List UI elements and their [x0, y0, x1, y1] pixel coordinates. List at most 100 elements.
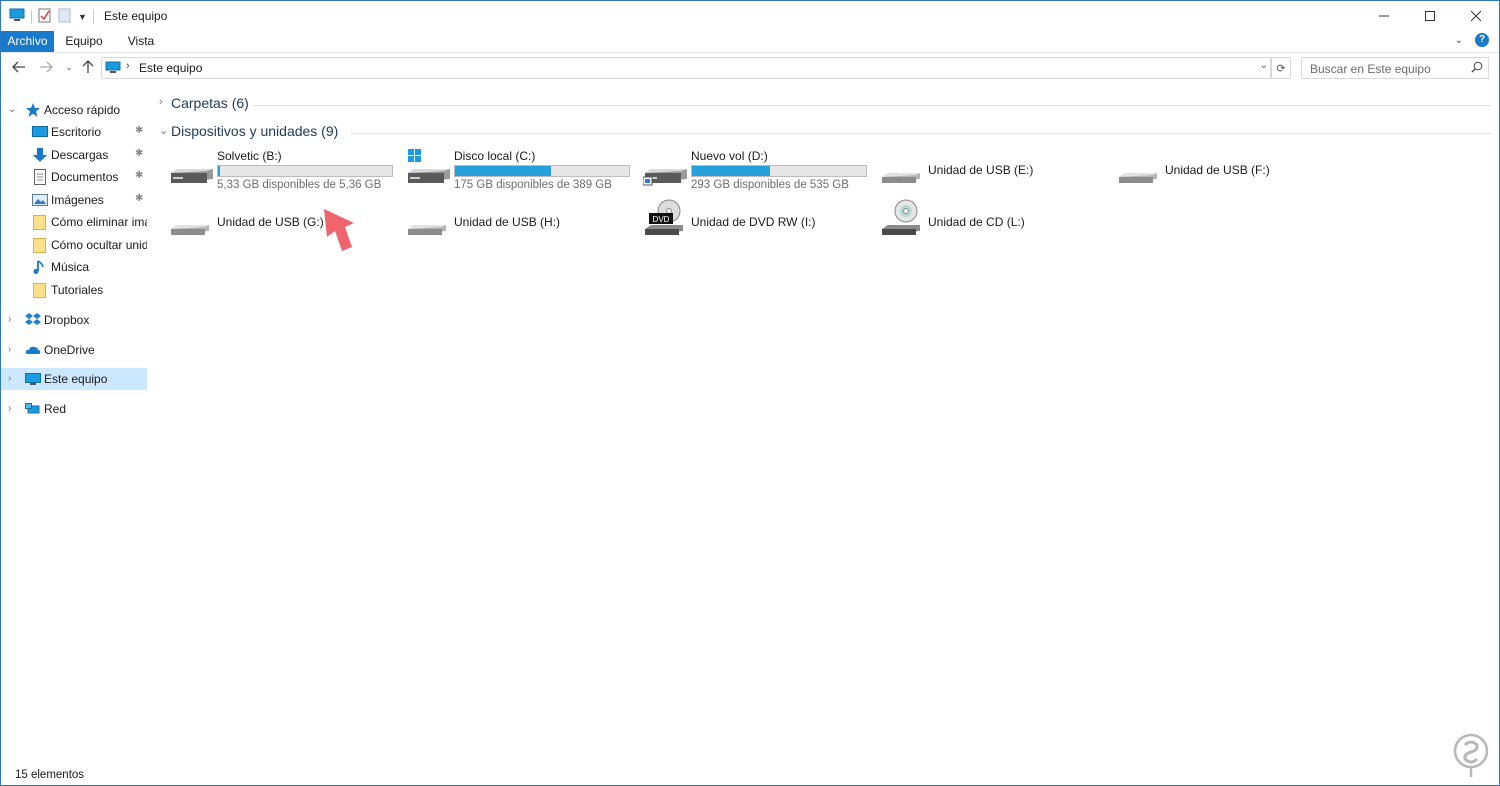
drive-name: Unidad de USB (H:)	[454, 215, 561, 229]
chevron-down-icon[interactable]: ▼	[78, 12, 87, 22]
new-folder-icon[interactable]	[58, 7, 72, 26]
drive-item-h[interactable]: Unidad de USB (H:)	[406, 195, 636, 239]
expand-ribbon-icon[interactable]: ⌄	[1455, 35, 1463, 46]
minimize-button[interactable]	[1361, 1, 1407, 31]
window-controls	[1361, 1, 1499, 31]
drive-name: Unidad de USB (F:)	[1165, 163, 1270, 177]
group-header-dispositivos[interactable]: ⌄ Dispositivos y unidades (9)	[159, 121, 1491, 143]
pc-icon	[105, 61, 121, 77]
drive-item-g[interactable]: Unidad de USB (G:)	[169, 195, 399, 239]
sidebar-item-label: Escritorio	[51, 125, 102, 139]
document-icon	[32, 169, 48, 185]
drive-usage-bar	[691, 165, 867, 177]
maximize-button[interactable]	[1407, 1, 1453, 31]
drive-name: Unidad de USB (E:)	[928, 163, 1034, 177]
sidebar-item-label: Descargas	[51, 148, 109, 162]
sidebar-item-red[interactable]: › Red	[1, 398, 147, 420]
ribbon-right-controls: ⌄ ?	[1455, 33, 1489, 47]
drive-name: Solvetic (B:)	[217, 149, 282, 163]
sidebar-item-folder[interactable]: Cómo ocultar unida	[1, 234, 147, 256]
back-arrow-icon[interactable]	[10, 58, 28, 76]
pin-icon: ✱	[135, 125, 144, 136]
up-arrow-icon[interactable]	[79, 58, 97, 76]
group-divider	[351, 133, 1491, 134]
sidebar-item-label: Dropbox	[44, 313, 90, 327]
expander-icon[interactable]: ›	[8, 373, 11, 384]
drive-name: Nuevo vol (D:)	[691, 149, 768, 163]
explorer-window: ▼ Este equipo Archivo Equipo Vista ⌄ ? ⌄…	[0, 0, 1500, 786]
sidebar-item-label: Cómo eliminar ima	[51, 215, 147, 229]
windows-drive-icon	[406, 147, 452, 187]
dvd-drive-icon: DVD	[643, 199, 689, 239]
pc-icon	[25, 371, 41, 387]
drive-usage-fill	[455, 166, 551, 176]
expander-icon[interactable]: ⌄	[8, 104, 16, 115]
qat-separator	[92, 9, 94, 24]
sidebar-item-imagenes[interactable]: Imágenes ✱	[1, 189, 147, 211]
drive-item-i[interactable]: DVD Unidad de DVD RW (I:)	[643, 195, 873, 239]
properties-icon[interactable]	[38, 7, 52, 26]
annotation-arrow-icon	[324, 209, 354, 251]
chevron-right-icon[interactable]: ›	[159, 96, 163, 108]
group-header-carpetas[interactable]: › Carpetas (6)	[159, 93, 1491, 115]
sidebar-item-documentos[interactable]: Documentos ✱	[1, 166, 147, 188]
sidebar-item-tutoriales[interactable]: Tutoriales	[1, 279, 147, 301]
onedrive-icon	[25, 342, 41, 358]
drive-name: Unidad de CD (L:)	[928, 215, 1025, 229]
expander-icon[interactable]: ›	[8, 314, 11, 325]
sidebar-item-label: Imágenes	[51, 193, 104, 207]
sidebar-item-quick-access[interactable]: ⌄ Acceso rápido	[1, 99, 147, 121]
folder-icon	[32, 282, 48, 298]
sidebar-item-label: Documentos	[51, 170, 119, 184]
drive-name: Unidad de DVD RW (I:)	[691, 215, 816, 229]
tab-vista[interactable]: Vista	[114, 31, 168, 52]
help-icon[interactable]: ?	[1475, 33, 1489, 47]
drive-usage-fill	[692, 166, 771, 176]
pc-icon[interactable]	[9, 8, 25, 25]
sidebar-item-este-equipo[interactable]: › Este equipo	[1, 368, 147, 390]
address-dropdown-icon[interactable]: ⌄	[1260, 60, 1268, 71]
sidebar-item-label: Acceso rápido	[44, 103, 121, 117]
pin-icon: ✱	[135, 193, 144, 204]
download-icon	[32, 147, 48, 163]
window-title: Este equipo	[104, 9, 168, 23]
drive-item-f[interactable]: Unidad de USB (F:)	[1117, 143, 1347, 187]
drive-free-space: 175 GB disponibles de 389 GB	[454, 179, 612, 191]
search-icon[interactable]	[1471, 61, 1483, 76]
drive-item-c[interactable]: Disco local (C:) 175 GB disponibles de 3…	[406, 143, 636, 191]
tab-equipo[interactable]: Equipo	[58, 31, 110, 52]
sidebar-item-onedrive[interactable]: › OneDrive	[1, 339, 147, 361]
drive-item-e[interactable]: Unidad de USB (E:)	[880, 143, 1110, 187]
refresh-button[interactable]: ⟳	[1271, 57, 1291, 79]
drive-free-space: 293 GB disponibles de 535 GB	[691, 179, 849, 191]
chevron-down-icon[interactable]: ⌄	[159, 124, 168, 137]
search-input[interactable]	[1308, 60, 1472, 78]
navigation-bar: ⌄ › Este equipo ⌄ ⟳	[1, 55, 1499, 81]
solvetic-logo-icon	[1453, 733, 1489, 777]
search-box[interactable]	[1301, 57, 1489, 79]
sidebar-item-folder[interactable]: Cómo eliminar ima	[1, 211, 147, 233]
recent-locations-icon[interactable]: ⌄	[60, 58, 78, 76]
sidebar-item-escritorio[interactable]: Escritorio ✱	[1, 121, 147, 143]
folder-icon	[32, 237, 48, 253]
quick-access-toolbar: ▼	[9, 7, 94, 26]
drive-name: Unidad de USB (G:)	[217, 215, 324, 229]
tab-archivo[interactable]: Archivo	[1, 31, 54, 52]
forward-arrow-icon[interactable]	[37, 58, 55, 76]
drive-item-l[interactable]: Unidad de CD (L:)	[880, 195, 1110, 239]
group-divider	[253, 105, 1491, 106]
drive-usage-bar	[454, 165, 630, 177]
sidebar-item-descargas[interactable]: Descargas ✱	[1, 144, 147, 166]
sidebar-item-musica[interactable]: Música	[1, 256, 147, 278]
drive-item-d[interactable]: Nuevo vol (D:) 293 GB disponibles de 535…	[642, 143, 873, 191]
expander-icon[interactable]: ›	[8, 344, 11, 355]
address-bar[interactable]: › Este equipo ⌄	[101, 57, 1271, 79]
sidebar-item-label: Red	[44, 402, 67, 416]
drive-item-b[interactable]: Solvetic (B:) 5,33 GB disponibles de 5,3…	[169, 143, 399, 191]
breadcrumb-path[interactable]: Este equipo	[139, 61, 202, 75]
navigation-pane: ⌄ Acceso rápido Escritorio ✱ Descargas ✱	[1, 99, 151, 759]
close-button[interactable]	[1453, 1, 1499, 31]
sidebar-item-dropbox[interactable]: › Dropbox	[1, 309, 147, 331]
folder-icon	[32, 214, 48, 230]
expander-icon[interactable]: ›	[8, 403, 11, 414]
